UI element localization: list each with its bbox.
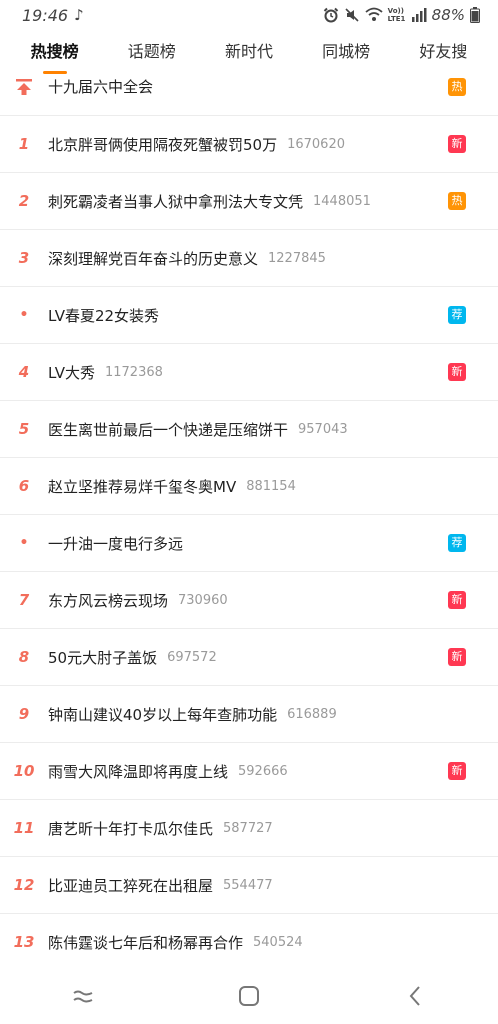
row-title: LV大秀: [48, 363, 95, 382]
search-count: 730960: [178, 592, 228, 608]
rank-number: 6: [18, 477, 30, 495]
alarm-icon: [323, 7, 338, 23]
status-badge: 新: [448, 135, 466, 153]
rank-number: 7: [18, 591, 30, 609]
row-title: 雨雪大风降温即将再度上线: [48, 762, 229, 781]
status-badge: 新: [448, 648, 466, 666]
music-note-icon: ♪: [74, 6, 84, 24]
hot-search-row[interactable]: • LV春夏22女装秀 荐: [0, 287, 498, 344]
row-title: LV春夏22女装秀: [48, 306, 160, 325]
rank-number: 1: [18, 135, 30, 153]
search-count: 587727: [223, 820, 273, 836]
search-count: 697572: [167, 649, 217, 665]
row-title: 北京胖哥俩使用隔夜死蟹被罚50万: [48, 135, 278, 154]
status-badge: 热: [448, 192, 466, 210]
home-icon: [239, 986, 259, 1006]
row-title: 陈伟霆谈七年后和杨幂再合作: [48, 933, 244, 952]
status-right: Vo)) LTE1 88%: [323, 6, 480, 24]
status-badge: 荐: [448, 534, 466, 552]
hot-search-row[interactable]: 9 钟南山建议40岁以上每年查肺功能 616889: [0, 686, 498, 743]
row-title: 赵立坚推荐易烊千玺冬奥MV: [48, 477, 237, 496]
hot-search-row[interactable]: • 一升油一度电行多远 荐: [0, 515, 498, 572]
hot-search-row[interactable]: 6 赵立坚推荐易烊千玺冬奥MV 881154: [0, 458, 498, 515]
row-title: 钟南山建议40岁以上每年查肺功能: [48, 705, 278, 724]
rank-number: 10: [13, 762, 35, 780]
rank-number: 5: [18, 420, 30, 438]
back-icon: [409, 986, 420, 1006]
system-nav-bar: [0, 968, 498, 1024]
rank-number: 4: [18, 363, 30, 381]
hot-search-row[interactable]: 十九届六中全会 热: [0, 58, 498, 116]
search-count: 540524: [253, 934, 303, 950]
row-title: 50元大肘子盖饭: [48, 648, 158, 667]
search-count: 1172368: [104, 364, 163, 380]
rank-number: 13: [13, 933, 35, 951]
recent-apps-button[interactable]: [53, 976, 113, 1016]
hot-search-list: 十九届六中全会热 1 北京胖哥俩使用隔夜死蟹被罚50万 1670620 新 2 刺死霸凌者当…: [0, 58, 498, 971]
rank-number: 11: [13, 819, 35, 837]
search-count: 957043: [298, 421, 348, 437]
mute-icon: [345, 8, 359, 22]
rank-number: 12: [13, 876, 35, 894]
network-label: Vo)) LTE1: [387, 7, 406, 23]
search-count: 616889: [287, 706, 337, 722]
search-count: 554477: [223, 877, 273, 893]
search-count: 592666: [238, 763, 288, 779]
recent-apps-icon: [73, 990, 93, 1003]
hot-search-row[interactable]: 8 50元大肘子盖饭 697572 新: [0, 629, 498, 686]
hot-search-row[interactable]: 4 LV大秀 1172368 新: [0, 344, 498, 401]
row-title: 比亚迪员工猝死在出租屋: [48, 876, 214, 895]
search-count: 1227845: [268, 250, 326, 266]
hot-search-row[interactable]: 13 陈伟霆谈七年后和杨幂再合作 540524: [0, 914, 498, 971]
hot-search-row[interactable]: 1 北京胖哥俩使用隔夜死蟹被罚50万 1670620 新: [0, 116, 498, 173]
rank-number: 2: [18, 192, 30, 210]
status-badge: 新: [448, 762, 466, 780]
row-title: 刺死霸凌者当事人狱中拿刑法大专文凭: [48, 192, 304, 211]
status-badge: 荐: [448, 306, 466, 324]
search-count: 881154: [246, 478, 296, 494]
row-title: 十九届六中全会: [48, 78, 154, 96]
status-badge: 热: [448, 77, 466, 96]
back-button[interactable]: [385, 976, 445, 1016]
hot-search-row[interactable]: 3 深刻理解党百年奋斗的历史意义 1227845: [0, 230, 498, 287]
row-title: 深刻理解党百年奋斗的历史意义: [48, 249, 259, 268]
rank-number: 9: [18, 705, 30, 723]
rank-number: •: [19, 307, 29, 323]
clock: 19:46: [22, 5, 69, 25]
pin-top-icon: [0, 78, 48, 96]
rank-number: •: [19, 535, 29, 551]
row-title: 东方风云榜云现场: [48, 591, 169, 610]
battery-percent: 88%: [431, 6, 465, 24]
signal-icon: [411, 8, 427, 22]
battery-icon: [470, 7, 480, 23]
status-bar: 19:46 ♪ Vo)) LTE1 88%: [0, 0, 498, 30]
hot-search-row[interactable]: 11 唐艺昕十年打卡瓜尔佳氏 587727: [0, 800, 498, 857]
hot-search-row[interactable]: 7 东方风云榜云现场 730960 新: [0, 572, 498, 629]
status-badge: 新: [448, 591, 466, 609]
rank-number: 3: [18, 249, 30, 267]
hot-search-row[interactable]: 2 刺死霸凌者当事人狱中拿刑法大专文凭 1448051 热: [0, 173, 498, 230]
hot-search-row[interactable]: 12 比亚迪员工猝死在出租屋 554477: [0, 857, 498, 914]
hot-search-row[interactable]: 10 雨雪大风降温即将再度上线 592666 新: [0, 743, 498, 800]
row-title: 医生离世前最后一个快递是压缩饼干: [48, 420, 289, 439]
hot-search-row[interactable]: 5 医生离世前最后一个快递是压缩饼干 957043: [0, 401, 498, 458]
row-title: 一升油一度电行多远: [48, 534, 184, 553]
search-count: 1448051: [313, 193, 371, 209]
rank-number: 8: [18, 648, 30, 666]
wifi-icon: [365, 7, 383, 21]
home-button[interactable]: [219, 976, 279, 1016]
status-badge: 新: [448, 363, 466, 381]
row-title: 唐艺昕十年打卡瓜尔佳氏: [48, 819, 214, 838]
search-count: 1670620: [287, 136, 345, 152]
status-left: 19:46 ♪: [22, 6, 84, 25]
